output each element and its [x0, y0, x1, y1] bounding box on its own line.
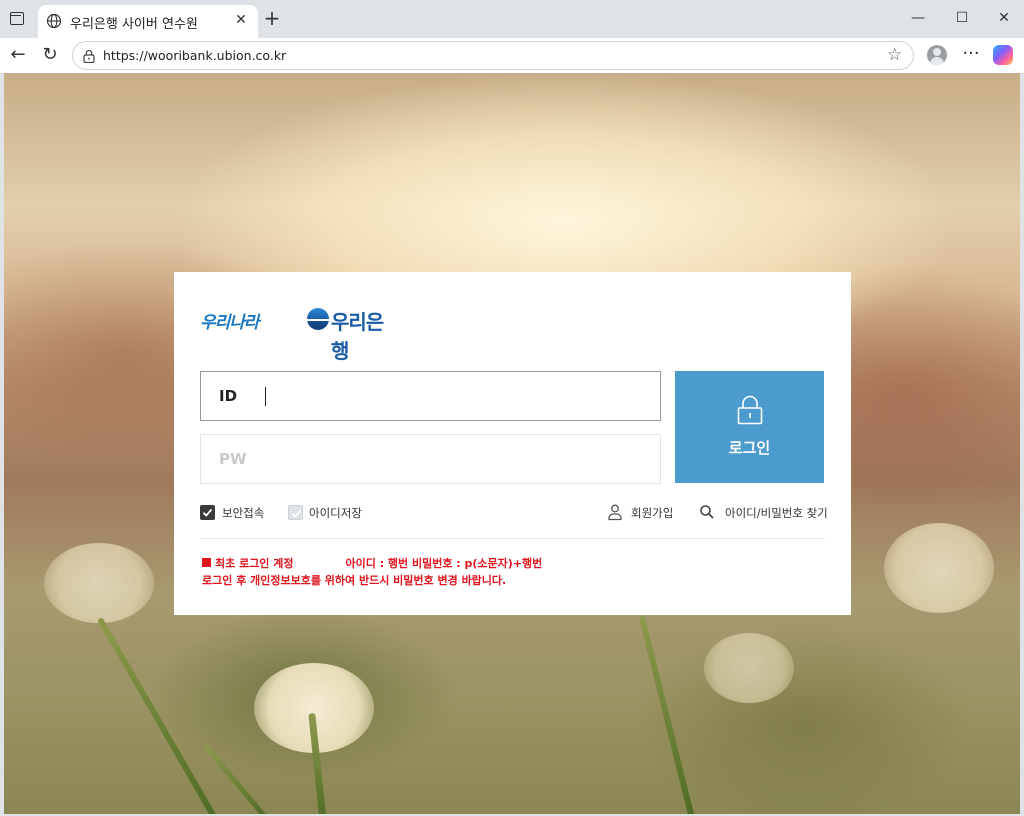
find-account-link[interactable]: 아이디/비밀번호 찾기: [725, 505, 828, 521]
browser-tab[interactable]: 우리은행 사이버 연수원 ✕: [38, 5, 258, 38]
copilot-icon[interactable]: [993, 45, 1013, 65]
secure-connect-checkbox[interactable]: [200, 505, 215, 520]
save-id-label[interactable]: 아이디저장: [309, 505, 362, 521]
maximize-button[interactable]: ☐: [950, 8, 974, 28]
notice-line-1: 최초 로그인 계정 아이디 : 행번 비밀번호 : p(소문자)+행번: [202, 555, 542, 572]
search-icon[interactable]: [699, 504, 715, 520]
login-button-label: 로그인: [728, 439, 771, 457]
background-flower: [44, 543, 154, 623]
secure-connect-label[interactable]: 보안접속: [222, 505, 264, 521]
profile-avatar-icon[interactable]: [927, 45, 947, 65]
url-text: https://wooribank.ubion.co.kr: [103, 48, 287, 63]
browser-tab-bar: 우리은행 사이버 연수원 ✕ + — ☐ ✕: [0, 0, 1024, 38]
id-field[interactable]: ID: [200, 371, 661, 421]
lock-icon: [737, 395, 763, 425]
new-tab-button[interactable]: +: [262, 8, 282, 28]
save-id-checkbox[interactable]: [288, 505, 303, 520]
checkmark-icon: [291, 509, 302, 518]
options-row: 보안접속 아이디저장 회원가입 아이디/비밀번호 찾기: [200, 503, 828, 523]
login-card: 우리나라 우리은행 ID PW 로그인 보안접속 아이디저장 회원가입 아이디/…: [174, 272, 851, 615]
background-flower: [884, 523, 994, 613]
reload-button[interactable]: ↻: [38, 43, 62, 67]
more-options-icon[interactable]: ···: [960, 43, 982, 67]
background-stem: [202, 743, 271, 814]
logo-slogan: 우리나라: [200, 313, 260, 333]
background-stem: [638, 615, 696, 814]
login-notice: 최초 로그인 계정 아이디 : 행번 비밀번호 : p(소문자)+행번 로그인 후…: [202, 555, 542, 589]
pw-field[interactable]: PW: [200, 434, 661, 484]
text-caret: [265, 387, 266, 406]
background-flower: [704, 633, 794, 703]
close-tab-icon[interactable]: ✕: [232, 11, 250, 29]
minimize-button[interactable]: —: [906, 8, 930, 28]
user-icon[interactable]: [607, 503, 623, 521]
logo-bank-name: 우리은행: [331, 310, 384, 363]
login-button[interactable]: 로그인: [675, 371, 824, 483]
notice-account-detail: 아이디 : 행번 비밀번호 : p(소문자)+행번: [345, 557, 543, 570]
woori-bank-logo: 우리나라 우리은행: [200, 306, 390, 363]
signup-link[interactable]: 회원가입: [631, 505, 673, 521]
tab-actions-icon[interactable]: [10, 12, 24, 25]
tab-title: 우리은행 사이버 연수원: [70, 17, 198, 32]
id-input[interactable]: [263, 382, 648, 410]
woori-logo-mark-icon: [307, 308, 329, 330]
back-button[interactable]: ←: [6, 43, 30, 67]
browser-toolbar: ← ↻ https://wooribank.ubion.co.kr ☆ ···: [0, 38, 1024, 73]
notice-prefix: 최초 로그인 계정: [215, 557, 294, 570]
divider: [200, 538, 825, 539]
pw-input[interactable]: [263, 445, 648, 473]
address-bar[interactable]: https://wooribank.ubion.co.kr ☆: [72, 41, 914, 70]
background-stem: [96, 616, 218, 814]
notice-bullet-icon: [202, 558, 211, 567]
globe-icon: [46, 13, 62, 29]
close-window-button[interactable]: ✕: [992, 8, 1016, 28]
pw-label: PW: [219, 450, 247, 468]
checkmark-icon: [202, 508, 213, 517]
favorite-star-icon[interactable]: ☆: [887, 46, 905, 64]
notice-line-2: 로그인 후 개인정보보호를 위하여 반드시 비밀번호 변경 바랍니다.: [202, 574, 507, 587]
id-label: ID: [219, 387, 238, 405]
lock-icon[interactable]: [83, 49, 95, 63]
